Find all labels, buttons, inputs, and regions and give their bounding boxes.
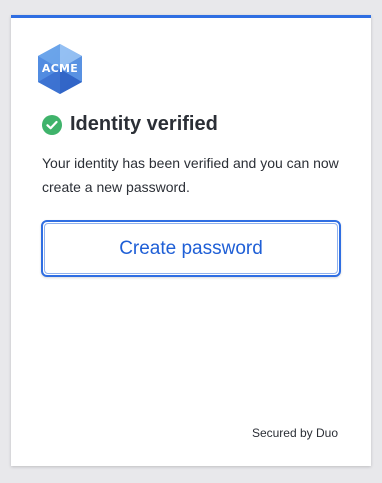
page-heading: Identity verified — [42, 113, 218, 136]
check-circle-icon — [42, 114, 62, 135]
page-title: Identity verified — [70, 113, 218, 135]
logo-text: ACME — [41, 62, 79, 75]
status-message: Your identity has been verified and you … — [42, 155, 339, 195]
acme-logo: ACME — [36, 43, 84, 95]
secured-by-footer: Secured by Duo — [251, 426, 338, 440]
verification-card: ACME Identity verified Your identity has… — [11, 15, 371, 466]
create-password-button[interactable]: Create password — [41, 220, 341, 277]
